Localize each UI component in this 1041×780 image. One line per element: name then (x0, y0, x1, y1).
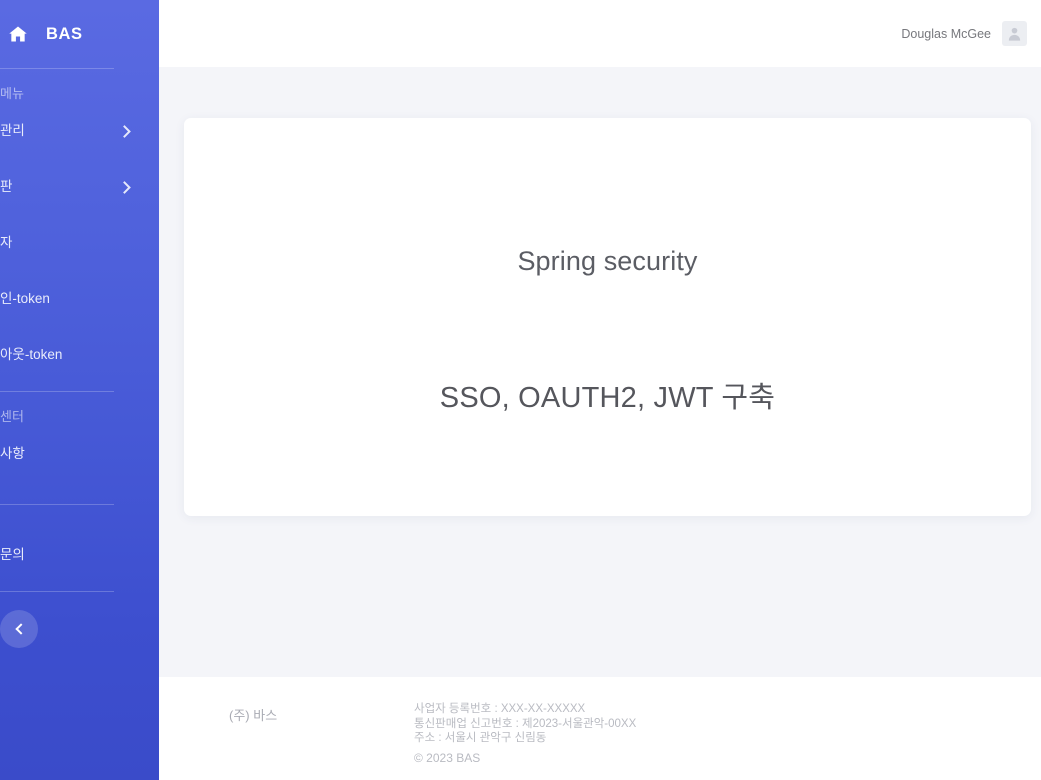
user-name: Douglas McGee (901, 26, 991, 41)
sidebar-item-label: 인-token (0, 291, 50, 306)
footer-business-number: 사업자 등록번호 : XXX-XX-XXXXX (414, 703, 586, 715)
sidebar-item-1[interactable]: 판 (0, 167, 159, 207)
home-icon (9, 26, 27, 42)
brand-name: BAS (46, 24, 83, 43)
card-subtitle: SSO, OAUTH2, JWT 구축 (439, 382, 776, 414)
sidebar-item-2[interactable]: 자 (0, 223, 159, 263)
chevron-right-icon (118, 124, 131, 138)
sidebar: BAS 메뉴 관리 판 자 인-token 아웃-token 센터 사항 문의 (0, 0, 159, 780)
footer-address: 주소 : 서울시 관악구 신림동 (414, 732, 547, 744)
sidebar-item-notice[interactable]: 사항 (0, 434, 159, 474)
sidebar-item-label: 관리 (0, 123, 25, 138)
sidebar-item-3[interactable]: 인-token (0, 279, 159, 319)
sidebar-item-label: 자 (0, 235, 13, 250)
content-card: Spring security SSO, OAUTH2, JWT 구축 (184, 118, 1031, 516)
sidebar-collapse-area (0, 592, 159, 648)
sidebar-inner: BAS 메뉴 관리 판 자 인-token 아웃-token 센터 사항 문의 (0, 0, 159, 780)
sidebar-section-menu: 메뉴 (0, 86, 24, 101)
brand-logo[interactable]: BAS (0, 0, 159, 68)
sidebar-collapse-button[interactable] (0, 610, 38, 648)
chevron-left-icon (14, 623, 27, 635)
footer-company-name: (주) 바스 (229, 708, 278, 723)
user-avatar-icon (1008, 27, 1021, 41)
sidebar-item-label: 사항 (0, 446, 25, 461)
main-content: Spring security SSO, OAUTH2, JWT 구축 (159, 67, 1041, 677)
card-title: Spring security (517, 246, 698, 276)
app-root: BAS 메뉴 관리 판 자 인-token 아웃-token 센터 사항 문의 … (0, 0, 1041, 780)
sidebar-item-label: 아웃-token (0, 347, 63, 362)
sidebar-item-label: 판 (0, 179, 13, 194)
footer-telecom-number: 통신판매업 신고번호 : 제2023-서울관악-00XX (414, 717, 637, 730)
sidebar-item-label: 문의 (0, 547, 25, 562)
page-footer: (주) 바스 사업자 등록번호 : XXX-XX-XXXXX 통신판매업 신고번… (159, 677, 1041, 780)
footer-business-info: 사업자 등록번호 : XXX-XX-XXXXX 통신판매업 신고번호 : 제20… (414, 702, 636, 746)
sidebar-item-inquiry[interactable]: 문의 (0, 535, 159, 575)
avatar[interactable] (1002, 21, 1027, 46)
sidebar-item-0[interactable]: 관리 (0, 111, 159, 151)
sidebar-item-4[interactable]: 아웃-token (0, 335, 159, 375)
sidebar-section-support: 센터 (0, 409, 24, 424)
top-header: Douglas McGee (159, 0, 1041, 67)
chevron-right-icon (118, 180, 131, 194)
footer-copyright: © 2023 BAS (414, 751, 481, 765)
